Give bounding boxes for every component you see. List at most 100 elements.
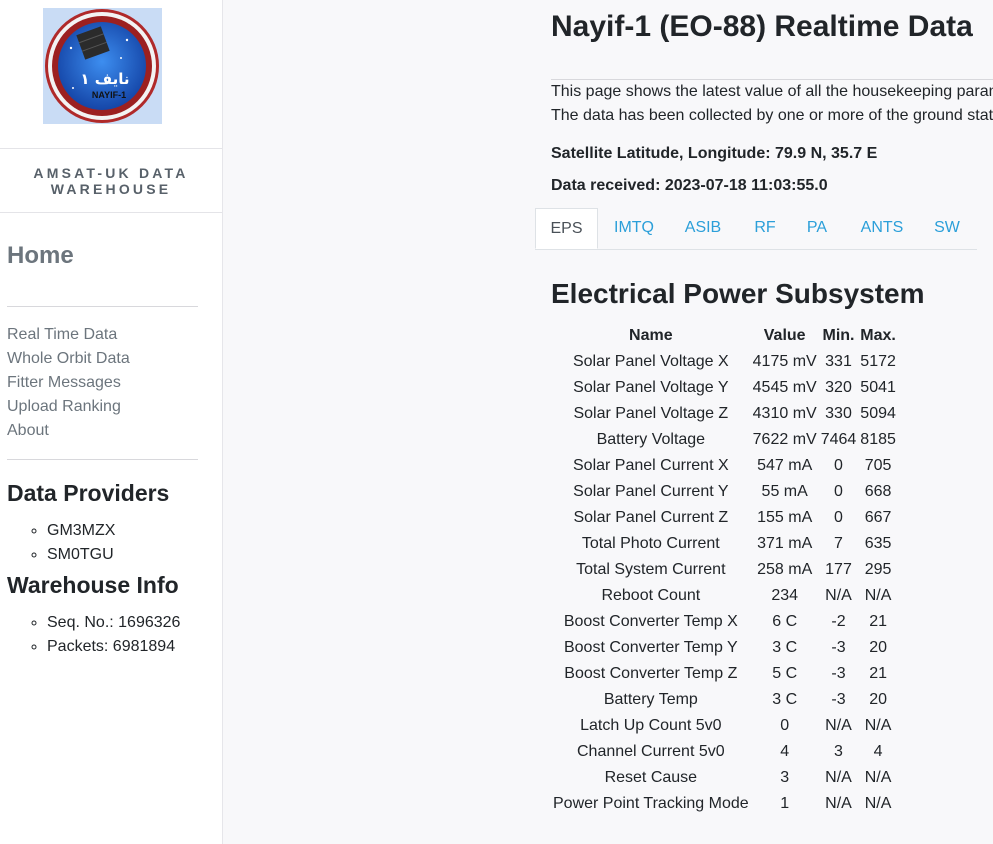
- param-max-cell: N/A: [864, 795, 892, 812]
- tab-ants[interactable]: ANTS: [853, 208, 911, 249]
- param-value-cell: 155 mA: [757, 509, 813, 526]
- param-max-cell: 8185: [860, 431, 896, 448]
- sidebar: نايف ١ NAYIF-1 AMSAT-UK DATA WAREHOUSE H…: [0, 0, 223, 844]
- param-max-cell: N/A: [864, 587, 892, 604]
- table-row: Latch Up Count 5v0 0 N/A N/A: [551, 713, 898, 739]
- param-min-cell: 3: [834, 743, 843, 760]
- param-max-cell: 5041: [860, 379, 896, 396]
- param-name-cell: Boost Converter Temp Y: [563, 639, 738, 656]
- param-min-cell: 0: [834, 457, 843, 474]
- intro-line: This page shows the latest value of all …: [551, 83, 993, 100]
- divider: [7, 459, 198, 460]
- param-name-cell: Boost Converter Temp X: [563, 613, 738, 630]
- param-max-cell: 668: [864, 483, 892, 500]
- param-name-cell: Total System Current: [576, 561, 726, 578]
- nav-upload-ranking[interactable]: Upload Ranking: [7, 395, 130, 419]
- tab-sw[interactable]: SW: [927, 208, 967, 249]
- tab-rf[interactable]: RF: [745, 208, 785, 249]
- table-row: Battery Temp 3 C -3 20: [551, 687, 898, 713]
- param-name-cell: Boost Converter Temp Z: [564, 665, 738, 682]
- site-brand[interactable]: AMSAT-UK DATA WAREHOUSE: [0, 148, 222, 213]
- param-max-cell: 21: [869, 613, 887, 630]
- nav-whole-orbit-data[interactable]: Whole Orbit Data: [7, 347, 130, 371]
- param-min-cell: 320: [825, 379, 852, 396]
- param-name-cell: Reboot Count: [601, 587, 701, 604]
- param-name-cell: Latch Up Count 5v0: [580, 717, 722, 734]
- param-max-cell: N/A: [864, 769, 892, 786]
- param-value-cell: 6 C: [772, 613, 798, 630]
- tab-imtq[interactable]: IMTQ: [603, 208, 665, 249]
- param-max-cell: N/A: [864, 717, 892, 734]
- param-max-cell: 295: [864, 561, 892, 578]
- param-value-cell: 0: [780, 717, 790, 734]
- param-min-cell: N/A: [825, 769, 852, 786]
- column-header: Name: [629, 327, 673, 344]
- param-name-cell: Total Photo Current: [581, 535, 720, 552]
- table-row: Solar Panel Voltage Z 4310 mV 330 5094: [551, 401, 898, 427]
- table-row: Boost Converter Temp Y 3 C -3 20: [551, 635, 898, 661]
- param-name-cell: Solar Panel Voltage X: [572, 353, 729, 370]
- param-min-cell: 331: [825, 353, 852, 370]
- svg-text:NAYIF-1: NAYIF-1: [92, 90, 126, 100]
- satellite-lat-long: Satellite Latitude, Longitude: 79.9 N, 3…: [551, 145, 878, 162]
- nav-about[interactable]: About: [7, 419, 130, 443]
- tab-eps[interactable]: EPS: [535, 208, 598, 249]
- tab-asib[interactable]: ASIB: [673, 208, 733, 249]
- param-min-cell: -3: [831, 691, 846, 708]
- home-link[interactable]: Home: [7, 242, 74, 270]
- param-value-cell: 4545 mV: [752, 379, 817, 396]
- main-content: Nayif-1 (EO-88) Realtime Data This page …: [223, 0, 993, 844]
- data-received: Data received: 2023-07-18 11:03:55.0: [551, 177, 828, 194]
- param-name-cell: Power Point Tracking Mode: [553, 795, 749, 812]
- param-min-cell: 330: [825, 405, 852, 422]
- intro-line: The data has been collected by one or mo…: [551, 107, 993, 124]
- data-providers-list: GM3MZX SM0TGU: [30, 519, 115, 567]
- nav-fitter-messages[interactable]: Fitter Messages: [7, 371, 130, 395]
- param-value-cell: 258 mA: [757, 561, 813, 578]
- table-row: Solar Panel Voltage X 4175 mV 331 5172: [551, 349, 898, 375]
- table-row: Boost Converter Temp X 6 C -2 21: [551, 609, 898, 635]
- warehouse-info-heading: Warehouse Info: [7, 572, 179, 598]
- section-title: Electrical Power Subsystem: [551, 278, 925, 309]
- param-value-cell: 234: [771, 587, 799, 604]
- eps-table: Name Value Min. Max. Solar Panel Voltage…: [551, 323, 898, 817]
- warehouse-info-list: Seq. No.: 1696326 Packets: 6981894: [30, 611, 180, 659]
- nav-real-time-data[interactable]: Real Time Data: [7, 323, 130, 347]
- param-min-cell: N/A: [825, 795, 852, 812]
- table-row: Battery Voltage 7622 mV 7464 8185: [551, 427, 898, 453]
- table-row: Reset Cause 3 N/A N/A: [551, 765, 898, 791]
- param-min-cell: -2: [831, 613, 846, 630]
- provider-item: SM0TGU: [47, 543, 115, 567]
- packets-item: Packets: 6981894: [47, 635, 180, 659]
- table-row: Solar Panel Current Y 55 mA 0 668: [551, 479, 898, 505]
- table-row: Channel Current 5v0 4 3 4: [551, 739, 898, 765]
- param-value-cell: 7622 mV: [752, 431, 817, 448]
- param-name-cell: Solar Panel Current X: [573, 457, 729, 474]
- param-max-cell: 5172: [860, 353, 896, 370]
- param-max-cell: 635: [864, 535, 892, 552]
- param-name-cell: Solar Panel Current Z: [573, 509, 729, 526]
- param-max-cell: 20: [869, 639, 887, 656]
- param-value-cell: 3 C: [772, 639, 798, 656]
- param-value-cell: 5 C: [772, 665, 798, 682]
- param-name-cell: Reset Cause: [604, 769, 698, 786]
- param-value-cell: 55 mA: [761, 483, 808, 500]
- param-min-cell: -3: [831, 665, 846, 682]
- tab-pa[interactable]: PA: [797, 208, 837, 249]
- column-header: Value: [763, 327, 806, 344]
- param-value-cell: 3 C: [772, 691, 798, 708]
- table-row: Total Photo Current 371 mA 7 635: [551, 531, 898, 557]
- svg-text:نايف ١: نايف ١: [80, 70, 129, 88]
- param-max-cell: 5094: [860, 405, 896, 422]
- param-name-cell: Solar Panel Current Y: [573, 483, 729, 500]
- table-row: Solar Panel Current Z 155 mA 0 667: [551, 505, 898, 531]
- table-row: Boost Converter Temp Z 5 C -3 21: [551, 661, 898, 687]
- column-header: Min.: [822, 327, 855, 344]
- param-value-cell: 4175 mV: [752, 353, 817, 370]
- param-min-cell: -3: [831, 639, 846, 656]
- table-row: Solar Panel Voltage Y 4545 mV 320 5041: [551, 375, 898, 401]
- param-value-cell: 3: [780, 769, 790, 786]
- nayif-logo[interactable]: نايف ١ NAYIF-1: [43, 8, 162, 124]
- param-name-cell: Channel Current 5v0: [577, 743, 725, 760]
- param-max-cell: 667: [864, 509, 892, 526]
